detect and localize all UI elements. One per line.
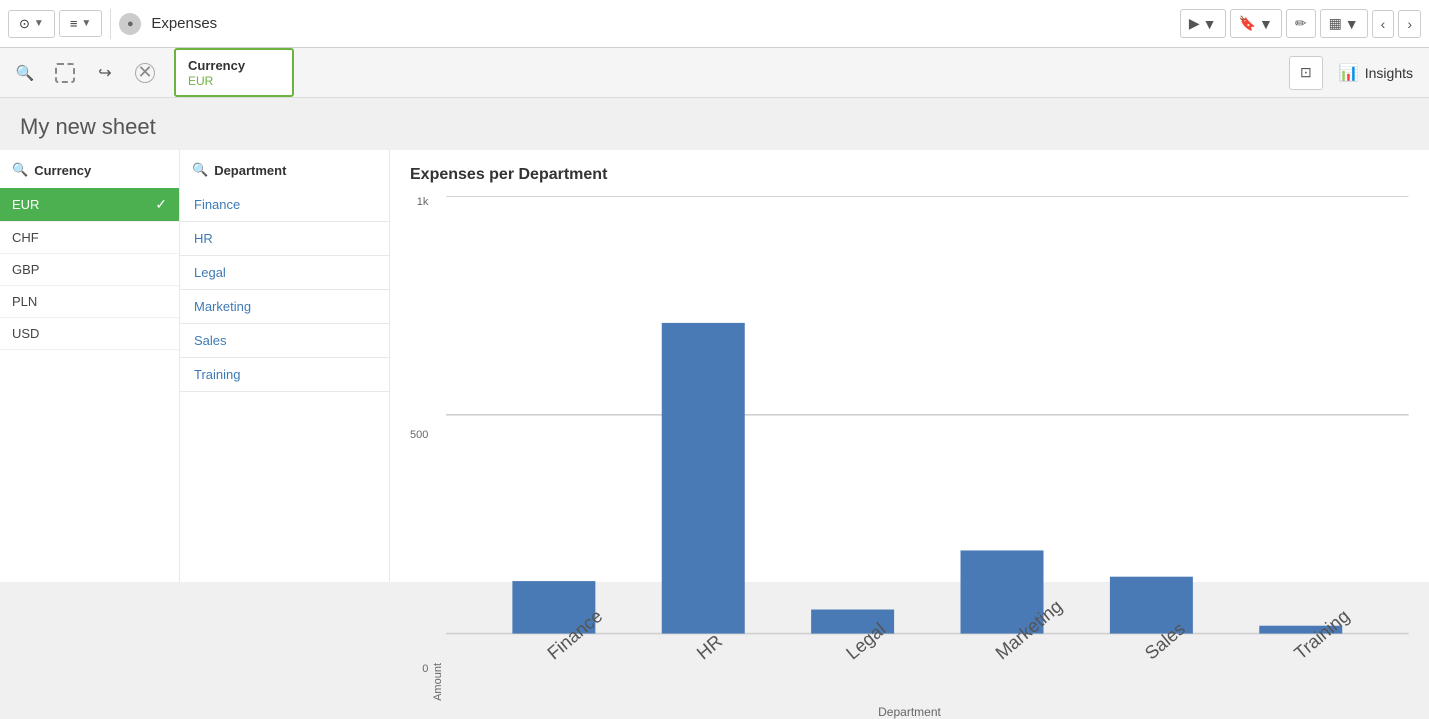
insights-btn[interactable]: 📊 Insights — [1331, 57, 1421, 89]
compass-btn[interactable]: ⊙ ▼ — [8, 10, 55, 38]
dept-search-icon: 🔍 — [192, 162, 208, 178]
currency-item-pln[interactable]: PLN — [0, 286, 179, 318]
currency-list: EUR✓CHFGBPPLNUSD — [0, 188, 179, 350]
filter-chip-value: EUR — [188, 74, 280, 88]
dept-item-legal[interactable]: Legal — [180, 256, 389, 290]
dept-item-sales[interactable]: Sales — [180, 324, 389, 358]
department-panel: 🔍 Department FinanceHRLegalMarketingSale… — [180, 150, 390, 582]
top-toolbar: ⊙ ▼ ≡ ▼ ● Expenses ▶ ▼ 🔖 ▼ ✏ ▦ ▼ ‹ › — [0, 0, 1429, 48]
chart-icon: ▦ — [1329, 15, 1342, 32]
chart-plot: FinanceHRLegalMarketingSalesTraining — [446, 196, 1409, 701]
currency-item-chf[interactable]: CHF — [0, 222, 179, 254]
dept-item-finance[interactable]: Finance — [180, 188, 389, 222]
bookmark-icon: 🔖 — [1239, 15, 1256, 32]
currency-search-icon: 🔍 — [12, 162, 28, 178]
lasso-icon — [55, 63, 75, 83]
x-axis-label: Department — [878, 705, 941, 719]
back-btn[interactable]: ‹ — [1372, 10, 1395, 38]
present-chevron: ▼ — [1203, 16, 1217, 32]
dept-panel-title: Department — [214, 163, 286, 178]
main-content: 🔍 Currency EUR✓CHFGBPPLNUSD 🔍 Department… — [0, 150, 1429, 582]
sheet-title: My new sheet — [20, 114, 1409, 140]
currency-panel-header: 🔍 Currency — [0, 162, 179, 188]
insights-label: Insights — [1365, 65, 1413, 81]
dept-item-hr[interactable]: HR — [180, 222, 389, 256]
present-icon: ▶ — [1189, 15, 1200, 32]
toolbar-right: ▶ ▼ 🔖 ▼ ✏ ▦ ▼ ‹ › — [1180, 9, 1421, 38]
app-title: Expenses — [151, 15, 217, 32]
chart-area: Expenses per Department 1k 500 0 Amount — [390, 150, 1429, 582]
chart-type-btn[interactable]: ▦ ▼ — [1320, 9, 1368, 38]
check-icon: ✓ — [155, 196, 167, 213]
divider — [110, 9, 111, 39]
currency-item-eur[interactable]: EUR✓ — [0, 188, 179, 222]
currency-item-gbp[interactable]: GBP — [0, 254, 179, 286]
dept-item-marketing[interactable]: Marketing — [180, 290, 389, 324]
list-icon: ≡ — [70, 16, 78, 31]
compass-chevron: ▼ — [34, 18, 44, 29]
y-tick-1k: 1k — [417, 196, 429, 208]
compass-icon: ⊙ — [19, 16, 30, 32]
filter-chip-title: Currency — [188, 58, 280, 73]
currency-filter-chip[interactable]: Currency EUR — [174, 48, 294, 97]
zoom-tool-btn[interactable]: 🔍 — [8, 56, 42, 90]
chart-container: 1k 500 0 Amount FinanceHRLegalMarketingS… — [410, 196, 1409, 719]
chart-title: Expenses per Department — [410, 166, 1409, 184]
pencil-icon: ✏ — [1295, 15, 1307, 32]
edit-btn[interactable]: ✏ — [1286, 9, 1316, 38]
dept-item-training[interactable]: Training — [180, 358, 389, 392]
chart-chevron: ▼ — [1345, 16, 1359, 32]
y-axis-label: Amount — [432, 196, 444, 701]
forward-btn[interactable]: › — [1398, 10, 1421, 38]
sheet-title-area: My new sheet — [0, 98, 1429, 150]
x-label-hr: HR — [693, 630, 727, 663]
clear-tool-btn[interactable]: ✕ — [128, 56, 162, 90]
insights-icon: 📊 — [1339, 63, 1359, 83]
redo-icon: ↪ — [98, 63, 111, 83]
y-tick-0: 0 — [422, 663, 428, 675]
dept-panel-header: 🔍 Department — [180, 162, 389, 188]
list-chevron: ▼ — [81, 18, 91, 29]
currency-item-usd[interactable]: USD — [0, 318, 179, 350]
bar-chart-svg: FinanceHRLegalMarketingSalesTraining — [446, 196, 1409, 701]
currency-panel: 🔍 Currency EUR✓CHFGBPPLNUSD — [0, 150, 180, 582]
redo-tool-btn[interactable]: ↪ — [88, 56, 122, 90]
forward-icon: › — [1407, 16, 1412, 32]
bookmark-btn[interactable]: 🔖 ▼ — [1230, 9, 1282, 38]
filter-right: ⊡ 📊 Insights — [1289, 48, 1421, 97]
filter-tools: 🔍 ↪ ✕ — [8, 48, 162, 97]
present-btn[interactable]: ▶ ▼ — [1180, 9, 1226, 38]
back-icon: ‹ — [1381, 16, 1386, 32]
app-icon: ● — [119, 13, 141, 35]
currency-panel-title: Currency — [34, 163, 91, 178]
bar-hr[interactable] — [662, 323, 745, 634]
dept-list: FinanceHRLegalMarketingSalesTraining — [180, 188, 389, 392]
zoom-icon: 🔍 — [16, 64, 35, 82]
y-tick-500: 500 — [410, 429, 428, 441]
list-btn[interactable]: ≡ ▼ — [59, 10, 103, 37]
bookmark-chevron: ▼ — [1259, 16, 1273, 32]
filter-bar: 🔍 ↪ ✕ Currency EUR ⊡ 📊 Insights — [0, 48, 1429, 98]
selection-icon: ⊡ — [1300, 64, 1312, 81]
clear-icon: ✕ — [135, 63, 155, 83]
lasso-tool-btn[interactable] — [48, 56, 82, 90]
selection-tool-btn[interactable]: ⊡ — [1289, 56, 1323, 90]
toolbar-left: ⊙ ▼ ≡ ▼ ● Expenses — [8, 9, 217, 39]
